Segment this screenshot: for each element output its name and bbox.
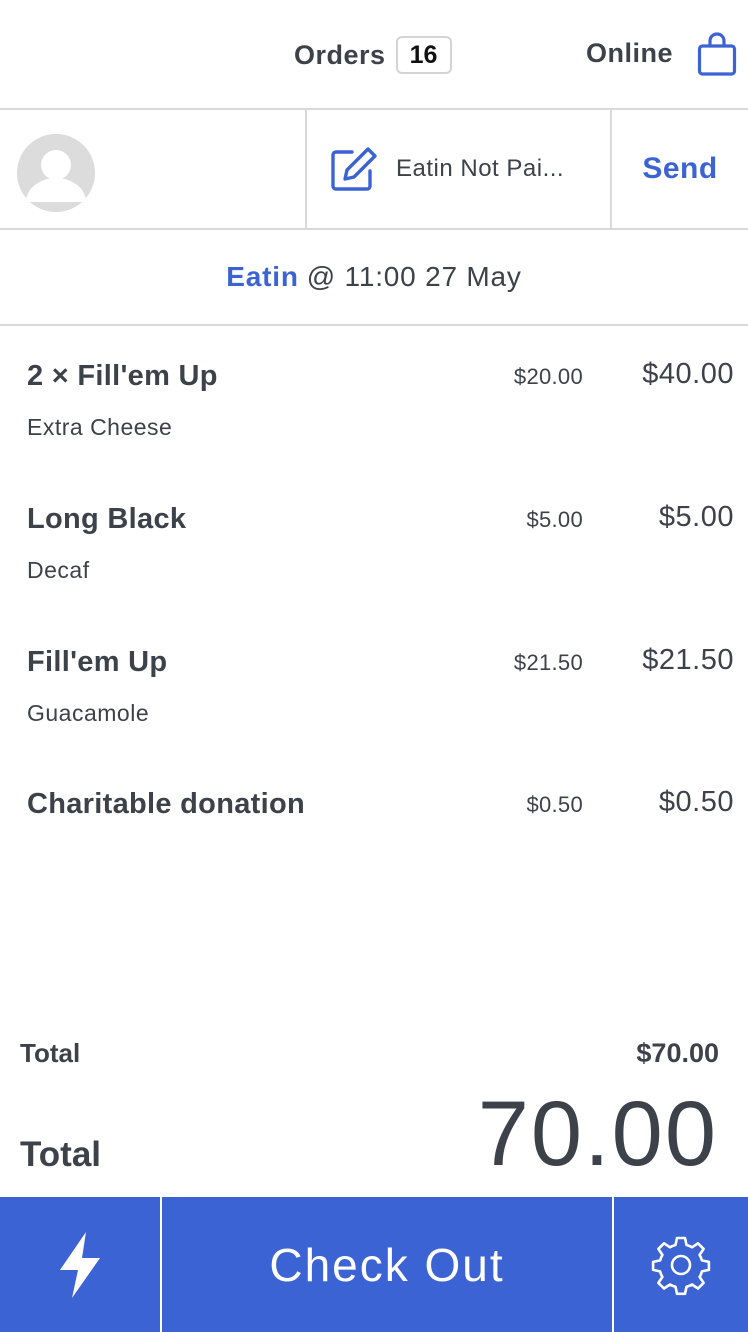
item-name: Fill'em Up bbox=[27, 646, 168, 678]
item-unit-price: $0.50 bbox=[526, 792, 583, 817]
line-item[interactable]: Fill'em Up $21.50 $21.50 Guacamole bbox=[0, 644, 748, 746]
lightning-bolt-icon bbox=[60, 1231, 100, 1298]
gear-icon bbox=[651, 1236, 711, 1295]
bottom-action-bar: Check Out bbox=[0, 1197, 748, 1332]
user-avatar-icon[interactable] bbox=[17, 134, 95, 212]
settings-button[interactable] bbox=[614, 1197, 748, 1332]
shopping-bag-icon[interactable] bbox=[697, 31, 737, 77]
order-note-button[interactable]: Eatin Not Pai... bbox=[307, 110, 610, 228]
edit-note-icon bbox=[331, 147, 377, 191]
item-modifier: Extra Cheese bbox=[27, 414, 173, 440]
item-modifier: Guacamole bbox=[27, 700, 150, 726]
order-note-text: Eatin Not Pai... bbox=[396, 155, 565, 182]
item-total-price: $5.00 bbox=[658, 501, 734, 533]
top-bar: Orders 16 Online bbox=[0, 0, 748, 110]
item-name: 2 × Fill'em Up bbox=[27, 360, 218, 392]
item-modifier: Decaf bbox=[27, 557, 90, 583]
item-unit-price: $21.50 bbox=[513, 650, 583, 675]
total-label: Total bbox=[20, 1038, 81, 1068]
line-item[interactable]: 2 × Fill'em Up $20.00 $40.00 Extra Chees… bbox=[0, 358, 748, 460]
order-time-label: @ 11:00 27 May bbox=[306, 261, 522, 292]
order-type-label: Eatin bbox=[226, 261, 299, 292]
quick-action-button[interactable] bbox=[0, 1197, 160, 1332]
item-total-price: $40.00 bbox=[642, 358, 734, 390]
line-item[interactable]: Long Black $5.00 $5.00 Decaf bbox=[0, 501, 748, 603]
online-label[interactable]: Online bbox=[586, 38, 673, 69]
orders-label: Orders bbox=[294, 39, 386, 70]
line-item[interactable]: Charitable donation $0.50 $0.50 bbox=[0, 786, 748, 838]
grand-total-label: Total bbox=[20, 1135, 102, 1174]
item-name: Long Black bbox=[27, 503, 187, 535]
item-name: Charitable donation bbox=[27, 788, 305, 820]
item-unit-price: $20.00 bbox=[513, 364, 583, 389]
checkout-button[interactable]: Check Out bbox=[162, 1197, 612, 1332]
orders-button[interactable]: Orders 16 bbox=[294, 36, 452, 74]
item-unit-price: $5.00 bbox=[526, 507, 583, 532]
item-total-price: $0.50 bbox=[658, 786, 734, 818]
order-type-row[interactable]: Eatin @ 11:00 27 May bbox=[0, 230, 748, 326]
item-total-price: $21.50 bbox=[642, 644, 734, 676]
grand-total-value: 70.00 bbox=[477, 1083, 718, 1185]
total-value: $70.00 bbox=[636, 1038, 719, 1068]
orders-count-badge: 16 bbox=[395, 36, 452, 74]
order-action-row: Eatin Not Pai... Send bbox=[0, 110, 748, 230]
send-button[interactable]: Send bbox=[612, 110, 748, 228]
